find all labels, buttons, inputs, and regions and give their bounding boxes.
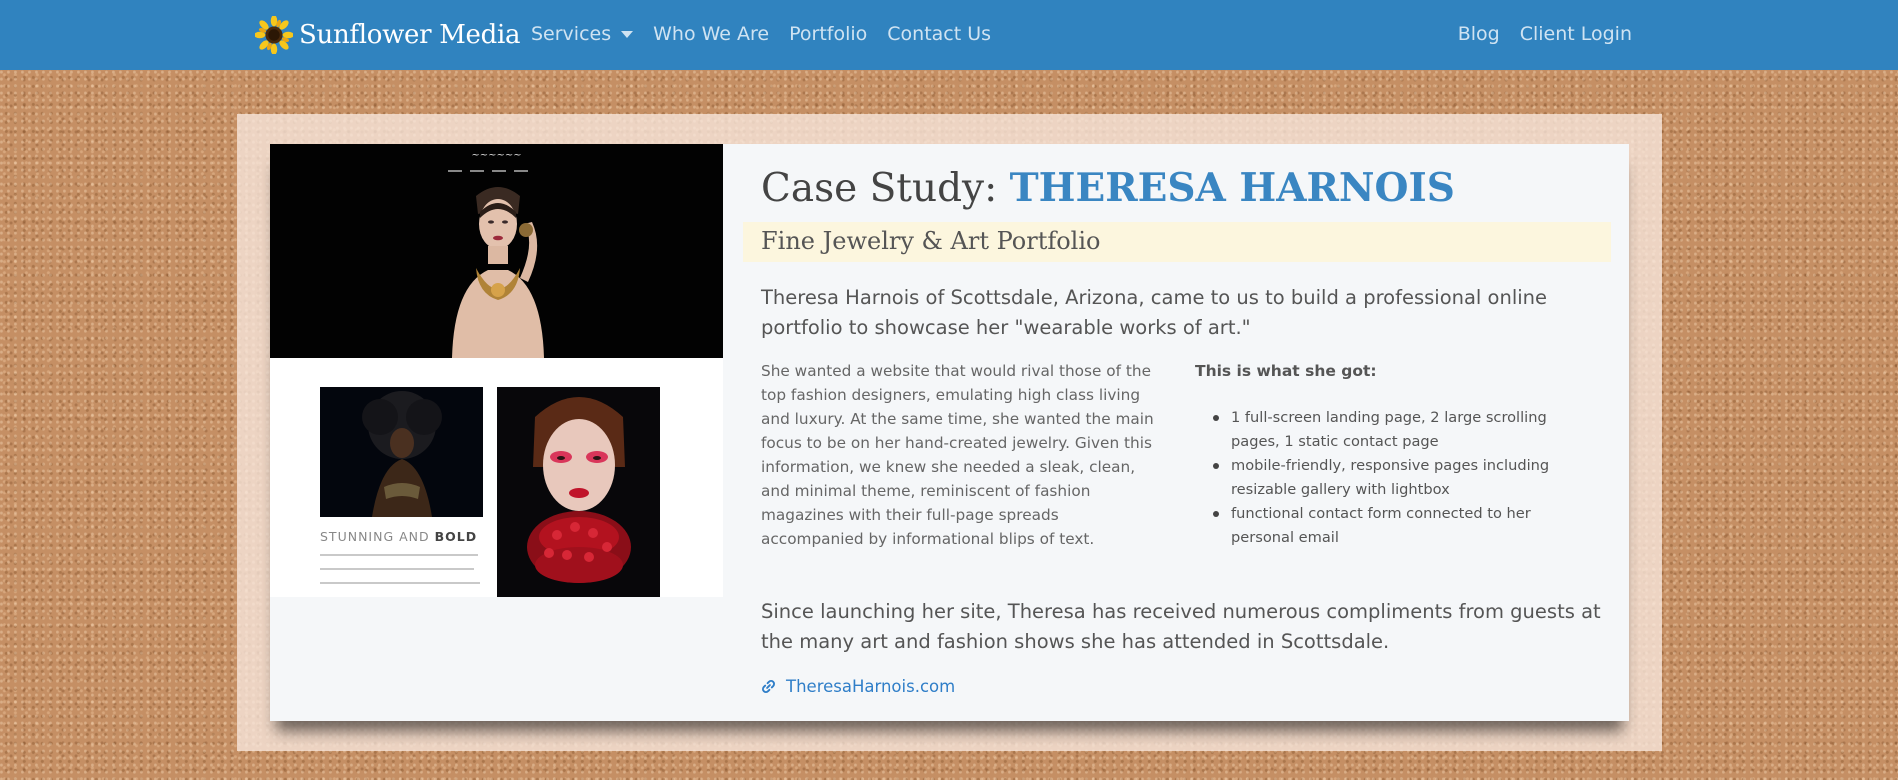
gallery-image-afro-model [320, 387, 483, 517]
preview-hero: ~~~~~~ [270, 144, 723, 358]
nav-who-we-are[interactable]: Who We Are [653, 23, 769, 45]
client-website-link[interactable]: TheresaHarnois.com [761, 677, 955, 696]
nav-services[interactable]: Services [531, 23, 634, 45]
preview-body-lines [320, 554, 480, 596]
nav-blog-label: Blog [1457, 23, 1500, 45]
sunflower-logo-icon [255, 16, 293, 54]
preview-nav [448, 170, 536, 172]
nav-blog[interactable]: Blog [1458, 23, 1500, 45]
nav-contact-us[interactable]: Contact Us [887, 23, 991, 45]
list-item: mobile-friendly, responsive pages includ… [1213, 454, 1571, 502]
website-preview-image: ~~~~~~ STUNNING AND BOLD [270, 144, 723, 597]
title-prefix: Case Study: [761, 166, 1010, 211]
top-navbar: Sunflower Media Services Who We Are Port… [0, 0, 1898, 70]
nav-portfolio[interactable]: Portfolio [789, 23, 867, 45]
preview-logo: ~~~~~~ [471, 150, 522, 161]
preview-stunning-heading: STUNNING AND BOLD [320, 529, 478, 544]
secondary-nav: Blog Client Login [1458, 23, 1632, 45]
brand-name: Sunflower Media [299, 20, 521, 50]
gallery-image-red-jewelry-model [497, 387, 660, 597]
subtitle-highlight: Fine Jewelry & Art Portfolio [743, 222, 1611, 262]
preview-gallery: STUNNING AND BOLD [270, 358, 723, 597]
case-study-card: ~~~~~~ STUNNING AND BOLD Case Study: THE… [270, 144, 1629, 721]
model-portrait-image [452, 187, 544, 358]
body-paragraph: She wanted a website that would rival th… [761, 362, 1154, 548]
list-item: 1 full-screen landing page, 2 large scro… [1213, 406, 1571, 454]
nav-client-login[interactable]: Client Login [1520, 23, 1632, 45]
list-item: functional contact form connected to her… [1213, 502, 1571, 550]
client-website-link-text: TheresaHarnois.com [786, 677, 956, 696]
brand-link[interactable]: Sunflower Media [255, 15, 521, 55]
case-study-subtitle: Fine Jewelry & Art Portfolio [761, 227, 1101, 255]
nav-contact-us-label: Contact Us [887, 23, 992, 45]
nav-portfolio-label: Portfolio [789, 23, 868, 45]
primary-nav: Services Who We Are Portfolio Contact Us [531, 23, 1011, 45]
case-study-title: Case Study: THERESA HARNOIS [761, 165, 1455, 211]
nav-services-label: Services [531, 23, 612, 45]
closing-paragraph: Since launching her site, Theresa has re… [761, 600, 1601, 653]
client-name: THERESA HARNOIS [1009, 165, 1455, 211]
nav-client-login-label: Client Login [1519, 23, 1632, 45]
deliverables-list: 1 full-screen landing page, 2 large scro… [1213, 406, 1571, 550]
deliverables-heading: This is what she got: [1195, 362, 1377, 380]
chevron-down-icon [621, 30, 634, 38]
lead-paragraph: Theresa Harnois of Scottsdale, Arizona, … [761, 286, 1548, 339]
nav-who-we-are-label: Who We Are [653, 23, 770, 45]
link-icon [761, 679, 776, 694]
